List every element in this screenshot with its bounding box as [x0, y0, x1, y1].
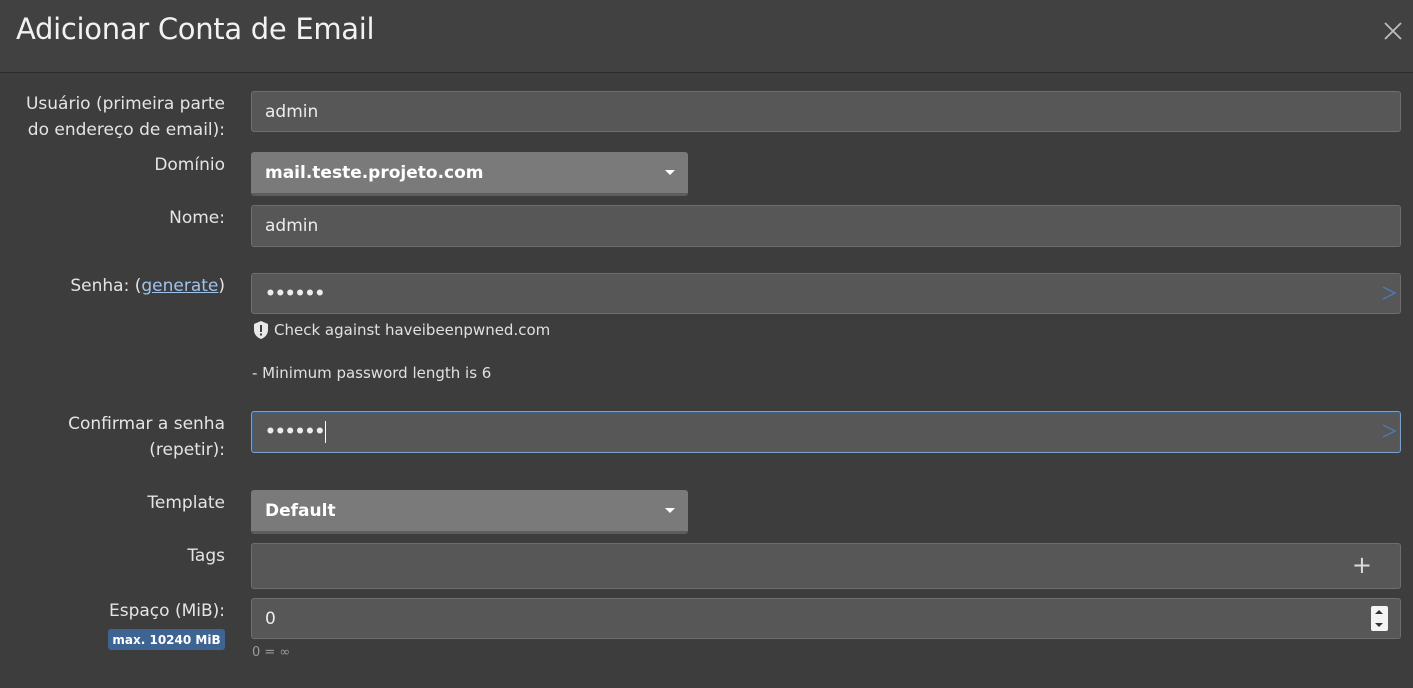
name-value: admin	[265, 216, 319, 236]
add-tag-icon[interactable]: +	[1352, 553, 1372, 577]
quota-max-badge: max. 10240 MiB	[108, 629, 225, 650]
template-selected-value: Default	[265, 500, 336, 521]
password-value: ••••••	[265, 283, 325, 304]
eye-icon[interactable]	[1380, 284, 1398, 302]
domain-selected-value: mail.teste.projeto.com	[265, 162, 484, 183]
eye-icon[interactable]	[1380, 422, 1398, 440]
caret-down-icon	[665, 170, 675, 175]
name-input[interactable]: admin	[251, 205, 1401, 247]
template-label: Template	[147, 493, 225, 513]
hibp-check[interactable]: Check against haveibeenpwned.com	[252, 320, 550, 340]
dialog-title: Adicionar Conta de Email	[16, 12, 375, 46]
shield-icon	[254, 321, 268, 339]
quota-stepper[interactable]	[1371, 606, 1388, 631]
confirm-password-label-line1: Confirmar a senha	[68, 414, 225, 434]
username-input[interactable]: admin	[251, 91, 1401, 132]
password-label: Senha: (generate)	[70, 273, 225, 299]
hibp-check-text: Check against haveibeenpwned.com	[274, 321, 551, 339]
confirm-password-label-line2: (repetir):	[149, 440, 225, 460]
tags-label: Tags	[187, 546, 225, 566]
quota-input[interactable]: 0	[251, 598, 1401, 639]
username-label: Usuário (primeira parte do endereço de e…	[26, 91, 225, 143]
close-icon[interactable]	[1381, 19, 1405, 43]
username-value: admin	[265, 101, 319, 122]
password-min-length-hint: - Minimum password length is 6	[252, 364, 492, 382]
confirm-password-value: ••••••	[265, 422, 325, 442]
text-cursor	[325, 421, 327, 443]
confirm-password-input[interactable]: ••••••	[251, 411, 1401, 453]
dialog-header: Adicionar Conta de Email	[0, 0, 1413, 73]
template-select[interactable]: Default	[251, 490, 688, 534]
tags-input[interactable]: +	[251, 543, 1401, 589]
username-label-line2: do endereço de email):	[27, 120, 225, 140]
domain-select[interactable]: mail.teste.projeto.com	[251, 152, 688, 196]
quota-label: Espaço (MiB):	[108, 601, 225, 621]
confirm-password-label: Confirmar a senha (repetir):	[68, 411, 225, 463]
caret-down-icon	[665, 508, 675, 513]
name-label: Nome:	[169, 208, 225, 228]
password-label-prefix: Senha: (	[70, 276, 142, 296]
stepper-down-icon[interactable]	[1375, 623, 1383, 627]
quota-value: 0	[265, 608, 276, 629]
domain-label: Domínio	[154, 155, 225, 175]
stepper-up-icon[interactable]	[1375, 610, 1383, 614]
password-label-suffix: )	[218, 276, 225, 296]
quota-hint: 0 = ∞	[252, 645, 291, 660]
generate-password-link[interactable]: generate	[141, 276, 218, 296]
password-input[interactable]: ••••••	[251, 273, 1401, 314]
username-label-line1: Usuário (primeira parte	[25, 94, 225, 114]
